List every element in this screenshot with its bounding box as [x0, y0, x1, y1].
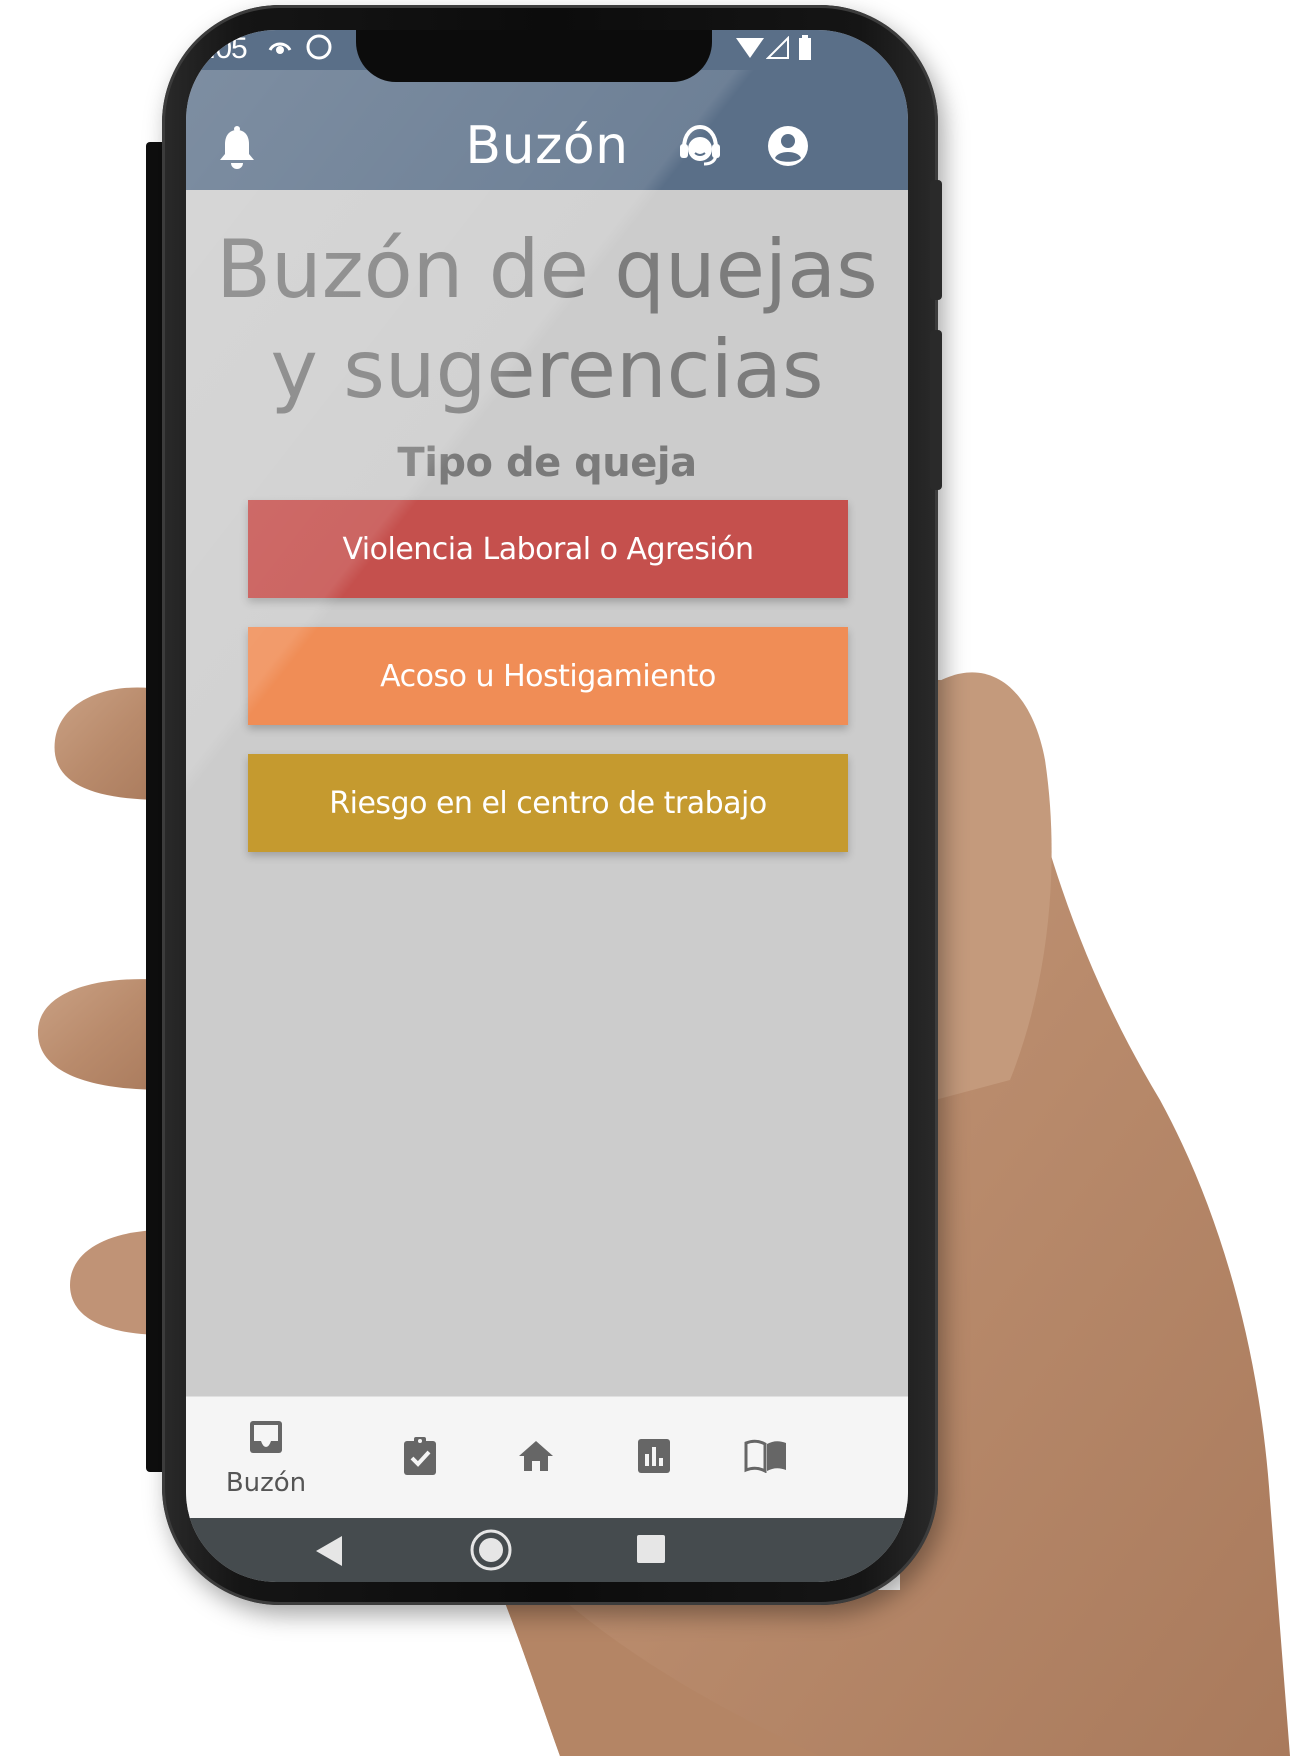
option-label: Riesgo en el centro de trabajo [329, 785, 767, 821]
eye-icon [268, 38, 292, 63]
complaint-type-heading: Tipo de queja [397, 440, 697, 486]
nav-label: Buzón [225, 1467, 307, 1498]
main-title: Buzón de quejas y sugerencias [216, 223, 878, 416]
nav-item-stats[interactable] [604, 1397, 704, 1519]
home-circle-icon[interactable] [469, 1528, 513, 1577]
status-time: :05 [208, 32, 248, 65]
option-button-acoso[interactable]: Acoso u Hostigamiento [248, 627, 848, 725]
loading-ring-icon [304, 32, 334, 67]
nav-item-buzon[interactable]: Buzón [206, 1397, 326, 1519]
nav-item-guide[interactable] [716, 1397, 816, 1519]
nav-item-tasks[interactable] [370, 1397, 470, 1519]
option-label: Violencia Laboral o Agresión [342, 531, 754, 567]
bell-icon[interactable] [218, 126, 256, 175]
recents-icon[interactable] [636, 1534, 666, 1569]
signal-icon [765, 35, 790, 65]
account-circle-icon[interactable] [766, 124, 810, 173]
book-icon [744, 1439, 788, 1478]
camera-notch [356, 30, 712, 82]
power-button [930, 330, 942, 490]
bottom-nav: Buzón [186, 1396, 908, 1519]
battery-icon [798, 34, 812, 65]
option-button-riesgo[interactable]: Riesgo en el centro de trabajo [248, 754, 848, 852]
home-icon [517, 1439, 555, 1478]
bar-chart-icon [637, 1438, 671, 1479]
back-icon[interactable] [314, 1534, 344, 1573]
option-label: Acoso u Hostigamiento [380, 658, 716, 694]
phone-screen: :05 Buzón Buzón de quejas y sugerencias … [186, 30, 908, 1582]
wifi-icon [736, 36, 764, 65]
volume-button [930, 180, 942, 300]
app-bar: Buzón [186, 70, 908, 190]
system-nav-bar [186, 1518, 908, 1582]
option-button-violencia[interactable]: Violencia Laboral o Agresión [248, 500, 848, 598]
clipboard-check-icon [403, 1436, 437, 1481]
nav-item-home[interactable] [486, 1397, 586, 1519]
inbox-icon [248, 1419, 284, 1460]
support-agent-icon[interactable] [676, 122, 724, 175]
main-content: Buzón de quejas y sugerencias Tipo de qu… [186, 190, 908, 1396]
